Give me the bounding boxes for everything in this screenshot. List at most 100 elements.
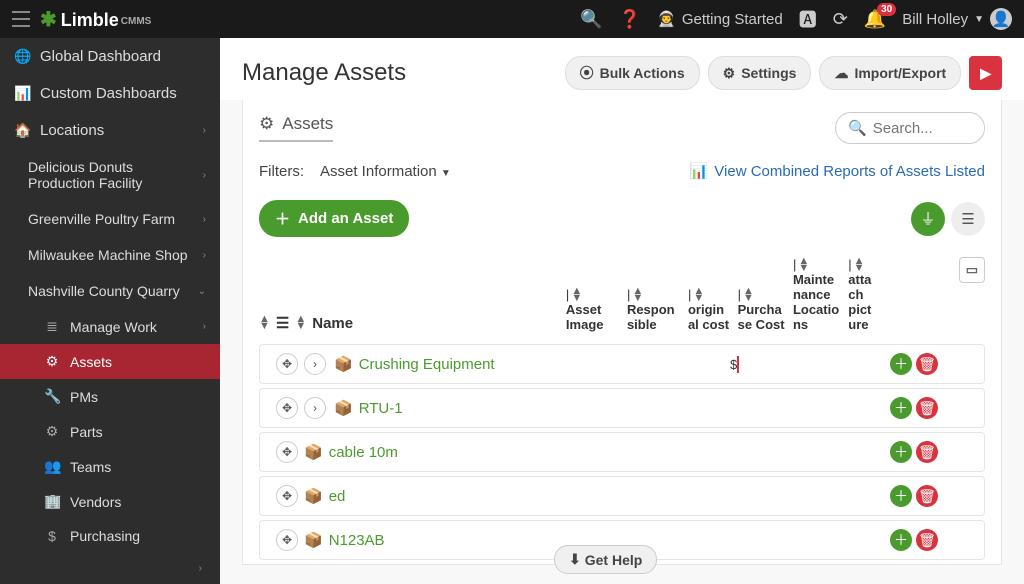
drag-handle[interactable]: ✥ — [276, 485, 298, 507]
plus-icon: ＋ — [275, 208, 290, 229]
table-header: ▲▼ ☰ ▲▼ Name |▲▼Asset Image |▲▼Responsib… — [243, 253, 1001, 340]
delete-button[interactable]: 🗑 — [916, 441, 938, 463]
bulk-actions-button[interactable]: ⦿Bulk Actions — [565, 56, 700, 90]
list-icon[interactable]: ☰ — [276, 314, 289, 332]
settings-button[interactable]: ⚙Settings — [708, 56, 812, 90]
sort-icon[interactable]: ▲▼ — [259, 316, 270, 330]
add-child-button[interactable]: ＋ — [890, 353, 912, 375]
chevron-right-icon: › — [199, 563, 202, 574]
get-help-button[interactable]: ⬇Get Help — [554, 545, 657, 574]
drag-handle[interactable]: ✥ — [276, 353, 298, 375]
sidebar-custom-dashboards[interactable]: 📊Custom Dashboards — [0, 75, 220, 112]
sidebar-location-1[interactable]: Greenville Poultry Farm› — [0, 201, 220, 237]
sidebar-expand-more[interactable]: › — [0, 553, 220, 584]
drag-handle[interactable]: ✥ — [276, 397, 298, 419]
search-box[interactable]: 🔍 — [835, 112, 985, 144]
user-menu[interactable]: Bill Holley ▼ 👤 — [902, 8, 1012, 30]
add-child-button[interactable]: ＋ — [890, 529, 912, 551]
col-name: Name — [312, 315, 353, 332]
col-attach-picture[interactable]: attach picture — [848, 272, 871, 332]
wrench-icon: 🔧 — [44, 388, 60, 405]
sidebar-location-3[interactable]: Nashville County Quarry⌄ — [0, 273, 220, 309]
custom-dash-icon: 📊 — [14, 85, 30, 102]
view-list-button[interactable]: ☰ — [951, 202, 985, 236]
drag-handle[interactable]: ✥ — [276, 441, 298, 463]
list-icon: ☰ — [961, 210, 974, 228]
chevron-right-icon: › — [203, 125, 206, 136]
columns-button[interactable]: ▭ — [959, 257, 985, 283]
sidebar-teams[interactable]: 👥Teams — [0, 449, 220, 484]
add-asset-button[interactable]: ＋Add an Asset — [259, 200, 409, 237]
search-input[interactable] — [873, 120, 972, 137]
refresh-icon[interactable]: ⟳ — [833, 9, 848, 30]
drag-handle[interactable]: ✥ — [276, 529, 298, 551]
add-child-button[interactable]: ＋ — [890, 485, 912, 507]
asset-name[interactable]: cable 10m — [329, 444, 398, 461]
sidebar-assets[interactable]: ⚙Assets — [0, 344, 220, 379]
sidebar-parts[interactable]: ⚙Parts — [0, 414, 220, 449]
brand-name: Limble — [61, 10, 119, 31]
col-responsible[interactable]: Responsible — [627, 302, 675, 332]
gears-icon: ⚙ — [44, 353, 60, 370]
sort-icon[interactable]: ▲▼ — [295, 316, 306, 330]
asset-row[interactable]: ✥ 📦 ed ＋🗑 — [259, 476, 985, 516]
sidebar-manage-work[interactable]: ≣Manage Work› — [0, 309, 220, 344]
asset-name[interactable]: N123AB — [329, 532, 385, 549]
add-child-button[interactable]: ＋ — [890, 397, 912, 419]
sidebar-pms[interactable]: 🔧PMs — [0, 379, 220, 414]
import-export-button[interactable]: ☁Import/Export — [819, 56, 961, 90]
col-original-cost[interactable]: original cost — [688, 302, 729, 332]
col-purchase-cost[interactable]: Purchase Cost — [738, 302, 785, 332]
asset-row[interactable]: ✥📦cable 10m＋🗑 — [259, 432, 985, 472]
asset-row[interactable]: ✥›📦RTU-1＋🗑 — [259, 388, 985, 428]
cube-icon: 📦 — [334, 355, 353, 373]
delete-button[interactable]: 🗑 — [916, 529, 938, 551]
sidebar-location-0[interactable]: Delicious Donuts Production Facility› — [0, 149, 220, 201]
list-icon: ≣ — [44, 318, 60, 335]
page-title: Manage Assets — [242, 59, 406, 87]
getting-started[interactable]: 👨‍🚀 Getting Started — [657, 10, 783, 28]
chevron-down-icon: ⌄ — [198, 286, 206, 297]
download-icon: ⬇ — [569, 551, 581, 568]
add-child-button[interactable]: ＋ — [890, 441, 912, 463]
delete-button[interactable]: 🗑 — [916, 397, 938, 419]
view-hierarchy-button[interactable]: ⏚ — [911, 202, 945, 236]
delete-button[interactable]: 🗑 — [916, 485, 938, 507]
asset-row[interactable]: ✥ › 📦 Crushing Equipment $ ＋🗑 — [259, 344, 985, 384]
asset-name[interactable]: Crushing Equipment — [359, 356, 495, 373]
play-button[interactable]: ▶ — [969, 56, 1002, 90]
filter-dropdown[interactable]: Asset Information ▼ — [320, 163, 451, 180]
search-icon[interactable]: 🔍 — [580, 9, 602, 30]
cogs-icon: ⚙ — [44, 423, 60, 440]
sidebar-locations[interactable]: 🏠Locations› — [0, 112, 220, 149]
sidebar-vendors[interactable]: 🏢Vendors — [0, 484, 220, 519]
expand-button[interactable]: › — [304, 353, 326, 375]
combined-reports-link[interactable]: 📊View Combined Reports of Assets Listed — [690, 162, 985, 180]
col-maintenance-locations[interactable]: Maintenance Locations — [793, 272, 839, 332]
filters-label: Filters: — [259, 163, 304, 180]
sidebar-purchasing[interactable]: $Purchasing — [0, 519, 220, 553]
hamburger-menu[interactable] — [12, 11, 30, 27]
cube-icon: 📦 — [304, 487, 323, 505]
chart-icon: 📊 — [690, 162, 709, 180]
sidebar-location-2[interactable]: Milwaukee Machine Shop› — [0, 237, 220, 273]
panel-title: ⚙Assets — [259, 114, 333, 142]
sidebar-global-dashboard[interactable]: 🌐Global Dashboard — [0, 38, 220, 75]
asset-name[interactable]: RTU-1 — [359, 400, 403, 417]
col-asset-image[interactable]: Asset Image — [566, 302, 604, 332]
cloud-icon: ☁ — [834, 65, 848, 82]
logo[interactable]: ✱ Limble CMMS — [40, 7, 151, 32]
asset-name[interactable]: ed — [329, 488, 346, 505]
translate-icon[interactable]: 🅰 — [799, 6, 817, 32]
notifications-badge: 30 — [877, 3, 896, 16]
delete-button[interactable]: 🗑 — [916, 353, 938, 375]
expand-button[interactable]: › — [304, 397, 326, 419]
notifications-icon[interactable]: 🔔30 — [864, 9, 886, 30]
chevron-down-icon: ▼ — [974, 14, 984, 25]
chevron-right-icon: › — [203, 170, 206, 181]
avatar: 👤 — [990, 8, 1012, 30]
gear-icon: ⚙ — [723, 65, 736, 82]
help-icon[interactable]: ❓ — [619, 9, 641, 30]
purchase-cost-input[interactable] — [737, 356, 739, 373]
purchase-cost-cell: $ — [730, 357, 788, 372]
